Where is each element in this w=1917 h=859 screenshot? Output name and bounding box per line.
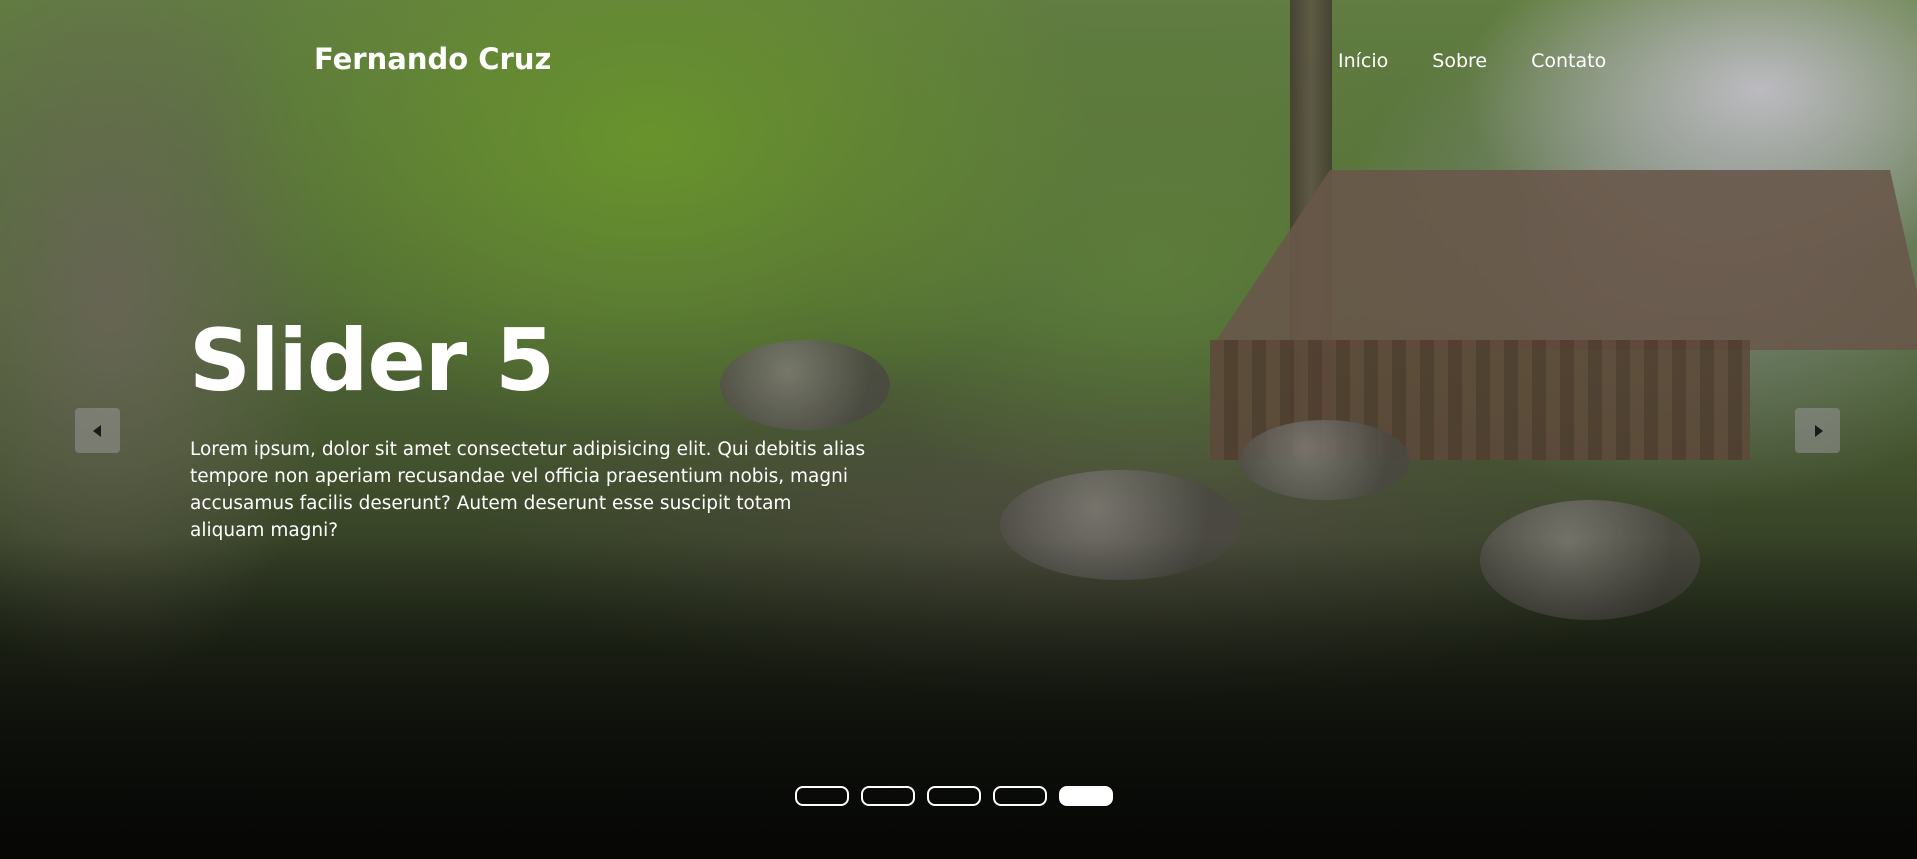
site-brand[interactable]: Fernando Cruz — [314, 42, 551, 76]
nav-link-inicio[interactable]: Início — [1338, 50, 1388, 72]
previous-slide-button[interactable] — [75, 408, 120, 453]
pagination-dot-2[interactable] — [861, 786, 915, 806]
pagination-dot-1[interactable] — [795, 786, 849, 806]
pagination-dot-4[interactable] — [993, 786, 1047, 806]
slide-title: Slider 5 — [189, 311, 555, 411]
hero-slider: Fernando Cruz Início Sobre Contato Slide… — [0, 0, 1917, 859]
nav-link-contato[interactable]: Contato — [1531, 50, 1606, 72]
main-nav: Início Sobre Contato — [1338, 50, 1606, 72]
pagination-dot-3[interactable] — [927, 786, 981, 806]
caret-right-icon — [1814, 424, 1823, 437]
pagination-dot-5[interactable] — [1059, 786, 1113, 806]
nav-link-sobre[interactable]: Sobre — [1432, 50, 1487, 72]
slide-pagination — [795, 786, 1113, 806]
next-slide-button[interactable] — [1795, 408, 1840, 453]
slide-description: Lorem ipsum, dolor sit amet consectetur … — [190, 439, 866, 541]
caret-left-icon — [92, 424, 101, 437]
